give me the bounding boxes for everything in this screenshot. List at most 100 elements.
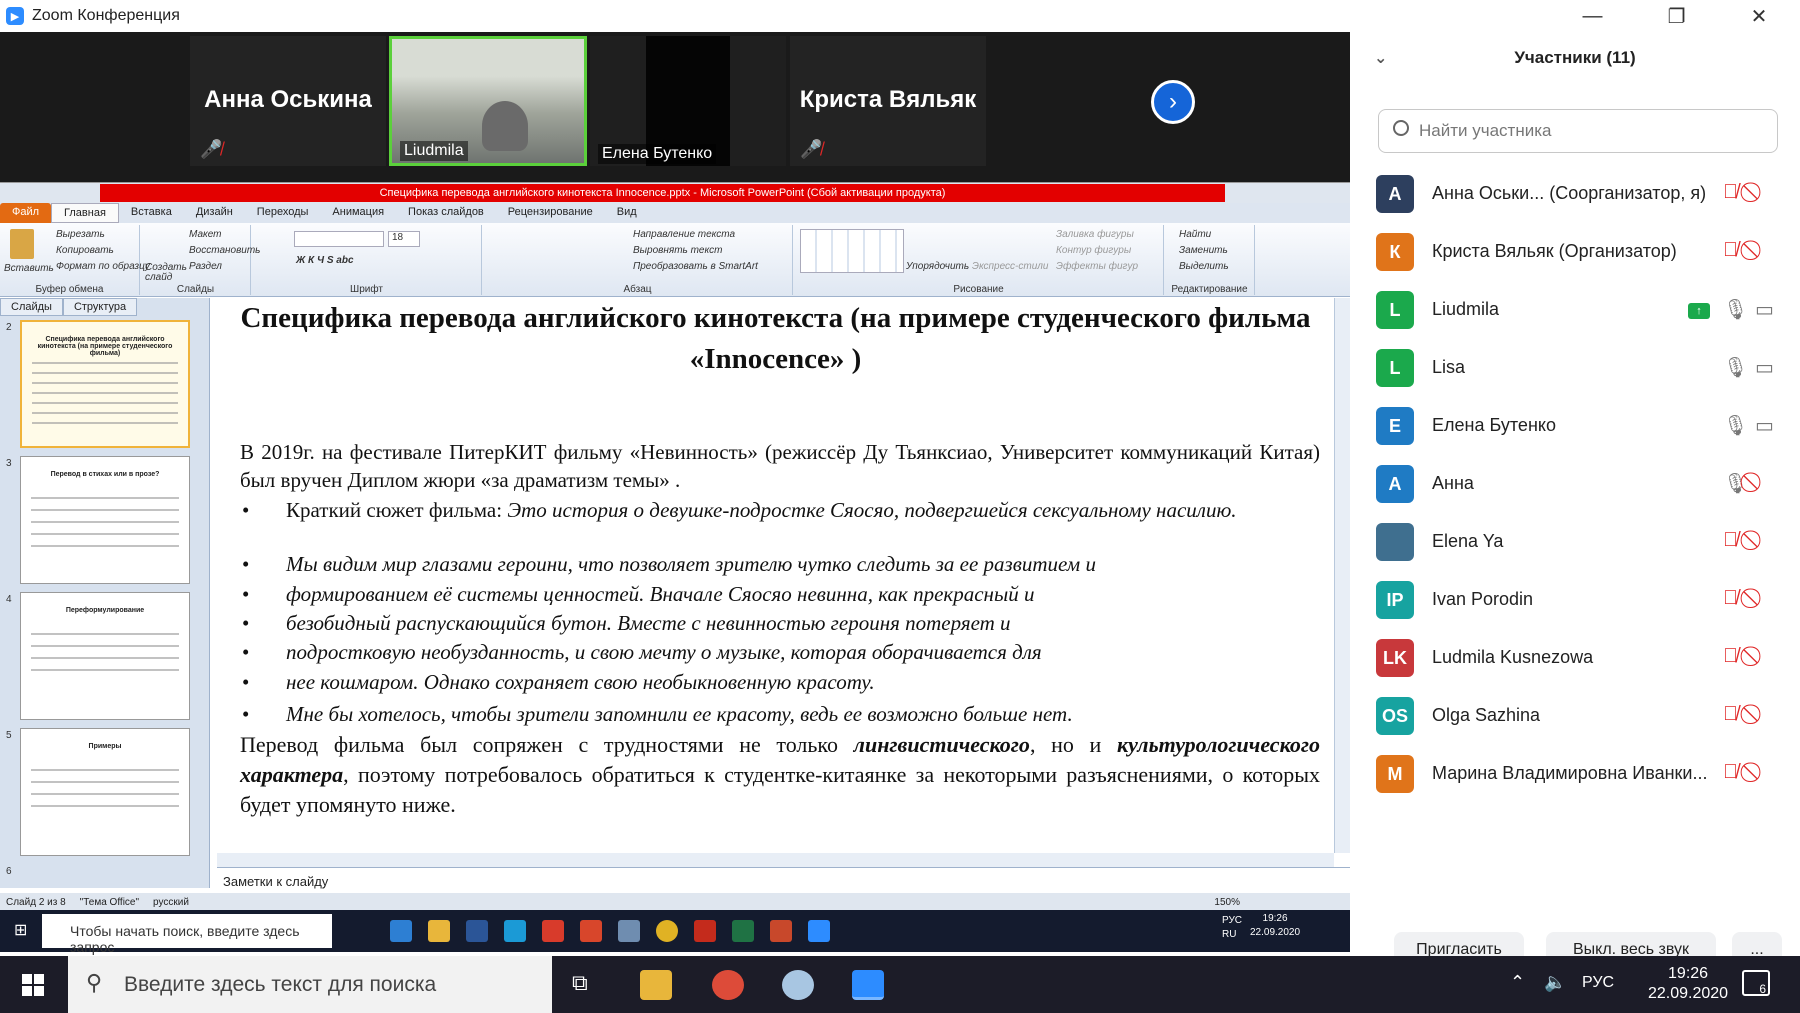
file-explorer-icon[interactable] <box>640 970 672 1000</box>
video-tile-liudmila[interactable]: Liudmila <box>389 36 587 166</box>
os-lang[interactable]: РУС <box>1582 974 1614 992</box>
participant-row[interactable]: Е Елена Бутенко 🎙 ▭ <box>1350 397 1800 455</box>
tab-slideshow[interactable]: Показ слайдов <box>396 203 496 223</box>
font-family-select[interactable] <box>294 231 384 247</box>
maximize-button[interactable]: ❐ <box>1668 4 1686 29</box>
tab-review[interactable]: Рецензирование <box>496 203 605 223</box>
zoom-icon[interactable] <box>808 920 830 942</box>
mic-icon[interactable]: 🎙 <box>1723 413 1748 438</box>
skype-icon[interactable] <box>504 920 526 942</box>
align-text-button[interactable]: Выровнять текст <box>633 245 722 256</box>
mic-icon[interactable]: 🎙 <box>1723 471 1748 496</box>
os-search-box[interactable]: ⚲ Введите здесь текст для поиска <box>68 956 552 1013</box>
camera-icon[interactable]: ▭ <box>1755 297 1774 322</box>
tab-design[interactable]: Дизайн <box>184 203 245 223</box>
notifications-icon[interactable]: 6 <box>1742 970 1770 996</box>
video-tile-anna[interactable]: Анна Оськина 🎤̸ <box>190 36 386 166</box>
text-direction-button[interactable]: Направление текста <box>633 229 735 240</box>
mic-muted-icon[interactable]: 🎙̸ <box>1723 703 1738 726</box>
mic-muted-icon[interactable]: 🎙̸ <box>1723 239 1738 262</box>
participant-row[interactable]: LKLudmila Kusnezowa🎙̸⃠ <box>1350 629 1800 687</box>
zoom-icon[interactable] <box>852 970 884 1000</box>
slide-thumb-4[interactable]: Переформулирование <box>20 592 190 720</box>
bold-button[interactable]: Ж К Ч S abc <box>296 255 354 266</box>
shared-search-box[interactable]: Чтобы начать поиск, введите здесь запрос <box>42 914 332 955</box>
slide-thumb-2[interactable]: Специфика перевода английского кинотекст… <box>20 320 190 448</box>
close-button[interactable]: ✕ <box>1751 4 1768 29</box>
shape-fill-button[interactable]: Заливка фигуры <box>1056 229 1134 240</box>
chrome-icon[interactable] <box>712 970 744 1000</box>
smartart-button[interactable]: Преобразовать в SmartArt <box>633 261 758 272</box>
slide-horizontal-scrollbar[interactable] <box>217 853 1334 867</box>
shapes-gallery[interactable] <box>800 229 904 273</box>
shape-effects-button[interactable]: Эффекты фигур <box>1056 261 1138 272</box>
pdf-icon[interactable] <box>580 920 602 942</box>
mic-muted-icon[interactable]: 🎙̸ <box>1723 529 1738 552</box>
participant-row[interactable]: Elena Ya🎙̸⃠ <box>1350 513 1800 571</box>
tab-file[interactable]: Файл <box>0 203 52 223</box>
slide-vertical-scrollbar[interactable] <box>1334 298 1350 853</box>
font-size-select[interactable]: 18 <box>388 231 420 247</box>
tab-insert[interactable]: Вставка <box>119 203 184 223</box>
powerpoint-icon[interactable] <box>770 920 792 942</box>
notes-pane[interactable]: Заметки к слайду <box>217 867 1350 895</box>
quick-styles-button[interactable]: Экспресс-стили <box>972 261 1048 272</box>
slide-thumb-5[interactable]: Примеры <box>20 728 190 856</box>
camera-icon[interactable]: ▭ <box>1755 355 1774 380</box>
monitor-icon[interactable] <box>618 920 640 942</box>
shape-outline-button[interactable]: Контур фигуры <box>1056 245 1131 256</box>
slide-thumb-3[interactable]: Перевод в стихах или в прозе? <box>20 456 190 584</box>
tab-animation[interactable]: Анимация <box>320 203 396 223</box>
windows-start-icon[interactable] <box>22 974 44 996</box>
camera-icon[interactable]: ▭ <box>1755 413 1774 438</box>
section-button[interactable]: Раздел <box>189 261 222 272</box>
edge-icon[interactable] <box>390 920 412 942</box>
mail-icon[interactable] <box>542 920 564 942</box>
tab-view[interactable]: Вид <box>605 203 649 223</box>
paste-button[interactable]: Вставить <box>4 263 54 274</box>
tab-slides[interactable]: Слайды <box>0 298 63 316</box>
participant-row[interactable]: L Liudmila ↑ 🎙 ▭ <box>1350 281 1800 339</box>
tray-up-icon[interactable]: ⌃ <box>1510 972 1525 993</box>
mic-icon[interactable]: 🎙 <box>1723 297 1748 322</box>
folder-icon[interactable] <box>428 920 450 942</box>
video-tile-krista[interactable]: Криста Вяльяк 🎤̸ <box>790 36 986 166</box>
cut-button[interactable]: Вырезать <box>56 229 105 240</box>
participant-row[interactable]: ААнна🎙⃠ <box>1350 455 1800 513</box>
os-clock[interactable]: 19:26 22.09.2020 <box>1648 964 1728 1004</box>
tab-home[interactable]: Главная <box>51 203 119 223</box>
slide-canvas[interactable]: Специфика перевода английского кинотекст… <box>217 298 1334 853</box>
next-page-button[interactable]: › <box>1151 80 1195 124</box>
participant-row[interactable]: ААнна Оськи... (Соорганизатор, я)🎙̸⃠ <box>1350 165 1800 223</box>
mic-muted-icon[interactable]: 🎙̸ <box>1723 587 1738 610</box>
mic-icon[interactable]: 🎙 <box>1723 355 1748 380</box>
acrobat-icon[interactable] <box>694 920 716 942</box>
participant-search-input[interactable]: Найти участника <box>1378 109 1778 153</box>
layout-button[interactable]: Макет <box>189 229 222 240</box>
task-view-icon[interactable]: ⧉ <box>572 970 588 996</box>
excel-icon[interactable] <box>732 920 754 942</box>
select-button[interactable]: Выделить <box>1179 261 1229 272</box>
chevron-down-icon[interactable]: ⌄ <box>1374 48 1387 68</box>
tab-transitions[interactable]: Переходы <box>245 203 321 223</box>
find-button[interactable]: Найти <box>1179 229 1211 240</box>
minimize-button[interactable]: — <box>1583 5 1603 28</box>
mic-muted-icon[interactable]: 🎙̸ <box>1723 181 1738 204</box>
zoom-level[interactable]: 150% <box>1214 897 1240 908</box>
participant-row[interactable]: L Lisa 🎙 ▭ <box>1350 339 1800 397</box>
copy-button[interactable]: Копировать <box>56 245 114 256</box>
mic-muted-icon[interactable]: 🎙̸ <box>1723 761 1738 784</box>
format-painter-button[interactable]: Формат по образцу <box>56 261 150 272</box>
chrome-icon[interactable] <box>656 920 678 942</box>
speaker-icon[interactable]: 🔈 <box>1544 972 1566 993</box>
participant-row[interactable]: MМарина Владимировна Иванки...🎙̸⃠ <box>1350 745 1800 803</box>
tab-outline[interactable]: Структура <box>62 298 138 316</box>
new-slide-button[interactable]: Создать слайд <box>145 263 187 283</box>
arrange-button[interactable]: Упорядочить <box>906 261 969 272</box>
participant-row[interactable]: OSOlga Sazhina🎙̸⃠ <box>1350 687 1800 745</box>
paint-icon[interactable] <box>782 970 814 1000</box>
participant-row[interactable]: IPIvan Porodin🎙̸⃠ <box>1350 571 1800 629</box>
video-tile-elena[interactable]: Елена Бутенко <box>590 36 786 166</box>
mic-muted-icon[interactable]: 🎙̸ <box>1723 645 1738 668</box>
replace-button[interactable]: Заменить <box>1179 245 1228 256</box>
